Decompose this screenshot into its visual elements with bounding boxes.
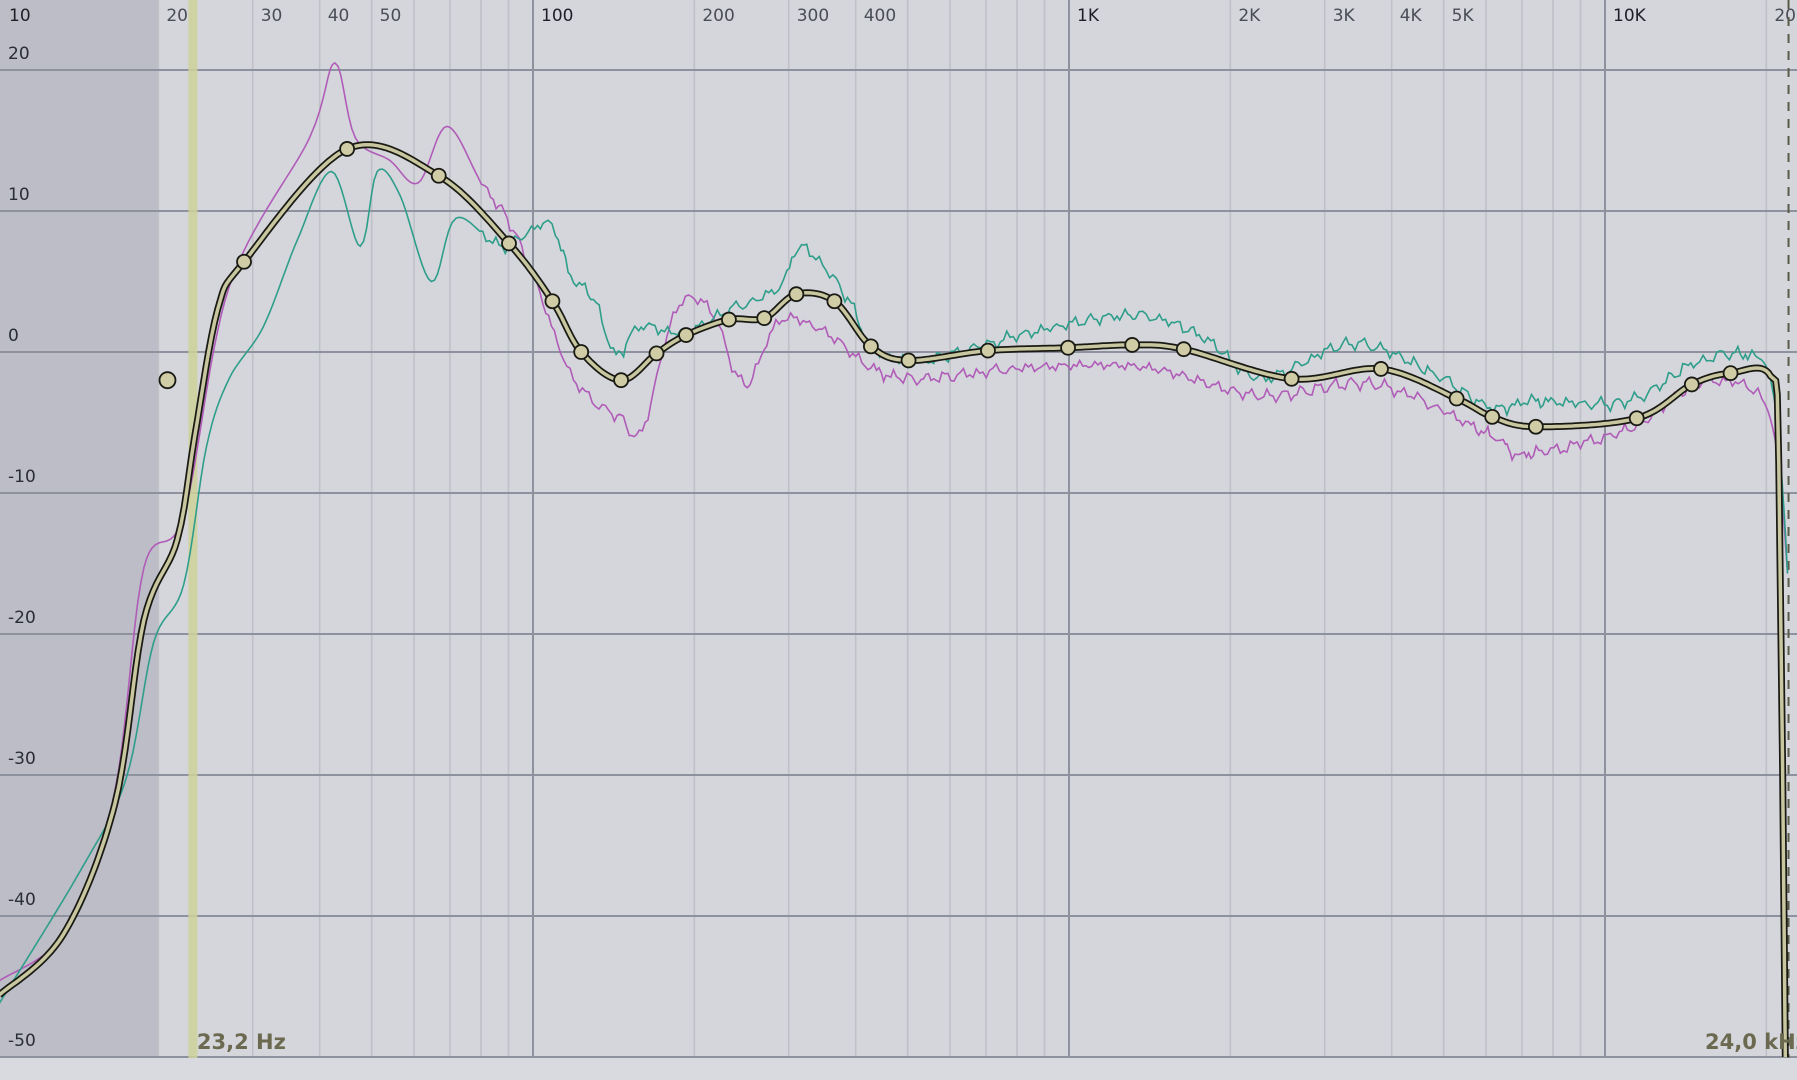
eq-node[interactable] <box>863 338 879 355</box>
eq-node[interactable] <box>236 253 252 270</box>
eq-node[interactable] <box>1683 376 1700 393</box>
eq-node[interactable] <box>1484 408 1501 425</box>
eq-node[interactable] <box>1722 365 1739 382</box>
eq-node[interactable] <box>1060 339 1076 356</box>
freq-tick-label: 30 <box>261 6 283 26</box>
eq-node[interactable] <box>721 311 737 328</box>
eq-node[interactable] <box>573 344 590 360</box>
eq-node[interactable] <box>648 345 665 362</box>
low-cut-label: 23,2 Hz <box>197 1030 286 1054</box>
eq-node[interactable] <box>501 235 517 252</box>
eq-node[interactable] <box>788 286 805 303</box>
freq-tick-label: 1K <box>1077 6 1100 26</box>
freq-tick-label: 200 <box>702 6 734 26</box>
eq-node[interactable] <box>430 167 447 184</box>
eq-node[interactable] <box>339 141 356 157</box>
freq-tick-label: 20 <box>166 6 188 26</box>
eq-node[interactable] <box>1448 390 1465 407</box>
freq-tick-label: 40 <box>328 6 350 26</box>
freq-tick-label: 3K <box>1333 6 1356 26</box>
db-tick-label: -50 <box>8 1031 36 1051</box>
db-tick-label: -40 <box>8 890 36 910</box>
eq-node[interactable] <box>1628 410 1645 427</box>
eq-node[interactable] <box>678 327 694 343</box>
freq-tick-label: 2K <box>1238 6 1261 26</box>
freq-tick-label: 10K <box>1613 6 1647 26</box>
eq-node[interactable] <box>826 293 843 310</box>
freq-tick-label: 20 <box>1774 6 1796 26</box>
eq-node[interactable] <box>1527 418 1544 435</box>
freq-tick-label: 4K <box>1400 6 1423 26</box>
filter-node[interactable] <box>158 371 177 390</box>
eq-node[interactable] <box>1373 361 1389 377</box>
eq-node[interactable] <box>756 310 773 327</box>
plot-background <box>0 0 1797 1058</box>
eq-node[interactable] <box>1124 337 1141 353</box>
freq-tick-label: 50 <box>380 6 402 26</box>
eq-node[interactable] <box>1175 341 1192 358</box>
freq-tick-label: 400 <box>864 6 896 26</box>
db-tick-label: -10 <box>8 467 36 487</box>
bottom-strip <box>0 1058 1797 1080</box>
db-tick-label: 10 <box>8 185 30 205</box>
db-tick-label: -20 <box>8 608 36 628</box>
high-cut-label: 24,0 kHz <box>1705 1030 1797 1054</box>
eq-node[interactable] <box>544 293 561 310</box>
eq-node[interactable] <box>900 352 917 369</box>
eq-node[interactable] <box>1283 370 1300 387</box>
freq-tick-label: 100 <box>541 6 573 26</box>
eq-node[interactable] <box>613 372 629 389</box>
db-tick-label: 20 <box>8 44 30 64</box>
db-tick-label: -30 <box>8 749 36 769</box>
db-tick-label: 0 <box>8 326 19 346</box>
freq-tick-label: 10 <box>9 6 31 26</box>
eq-node[interactable] <box>980 342 996 359</box>
eq-spectrum-display[interactable]: 10 20 30 40 50 100 200 300 400 1K 2K 3K 4K 5K 10K 20201… <box>0 0 1797 1080</box>
freq-tick-label: 300 <box>797 6 829 26</box>
freq-tick-label: 5K <box>1452 6 1475 26</box>
